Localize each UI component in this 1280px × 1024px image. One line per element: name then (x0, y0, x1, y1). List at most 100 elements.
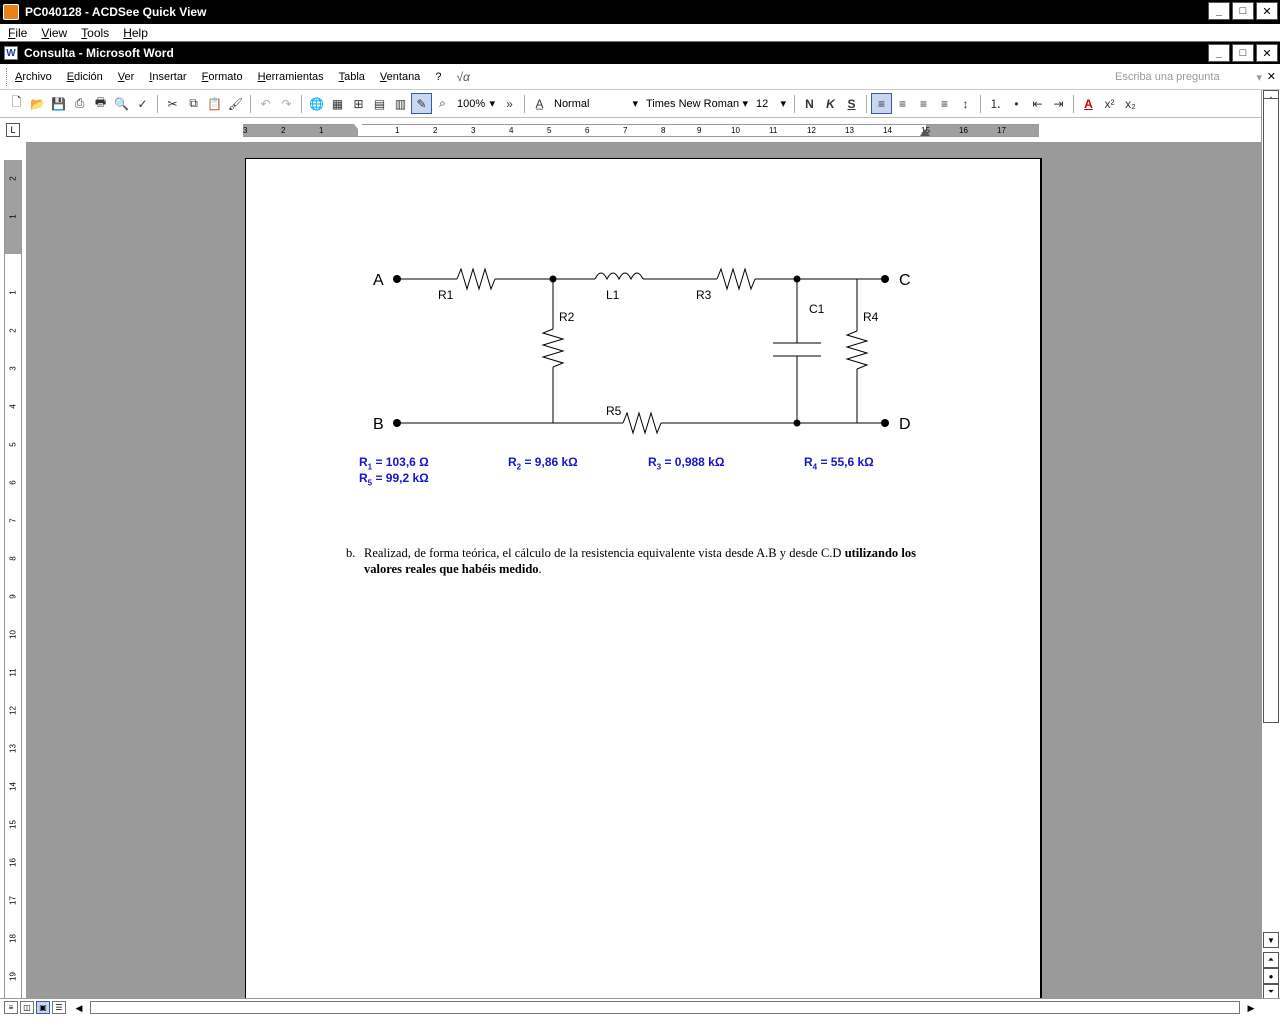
align-center-icon[interactable]: ≡ (892, 93, 913, 114)
horizontal-scroll-thumb[interactable] (90, 1001, 1240, 1014)
menu-ver[interactable]: Ver (118, 71, 135, 83)
horizontal-scrollbar[interactable]: ≡ ◫ ▣ ☰ ◀ ▶ (0, 998, 1280, 1016)
insert-table-icon[interactable]: ⊞ (348, 93, 369, 114)
previous-page-icon[interactable]: ⏶ (1263, 952, 1279, 968)
maximize-button[interactable]: □ (1232, 2, 1254, 20)
zoom-value: 100% (457, 97, 486, 110)
menu-archivo[interactable]: Archivo (15, 71, 52, 83)
bold-button[interactable]: N (799, 93, 820, 114)
word-minimize-button[interactable]: _ (1208, 44, 1230, 62)
menu-grip[interactable] (6, 67, 9, 86)
paste-icon[interactable]: 📋 (204, 93, 225, 114)
menu-formato[interactable]: Formato (202, 71, 243, 83)
insert-excel-icon[interactable]: ▤ (369, 93, 390, 114)
minimize-button[interactable]: _ (1208, 2, 1230, 20)
close-button[interactable]: ✕ (1256, 2, 1278, 20)
undo-icon[interactable]: ↶ (255, 93, 276, 114)
font-dropdown-icon: ▾ (742, 98, 748, 110)
ruler-number: 10 (731, 126, 740, 135)
equation-icon[interactable]: √α (456, 70, 469, 84)
decrease-indent-icon[interactable]: ⇤ (1027, 93, 1048, 114)
zoom-select[interactable]: 100% ▾ (453, 94, 499, 113)
new-document-icon[interactable]: 🗋 (6, 93, 27, 114)
font-size-select[interactable]: 12 ▾ (752, 94, 790, 113)
node-d-label: D (899, 416, 911, 433)
numbering-icon[interactable]: ⒈ (985, 93, 1006, 114)
font-color-icon[interactable]: A (1078, 93, 1099, 114)
style-select[interactable]: Normal ▾ (550, 94, 642, 113)
r1-value: R1 = 103,6 Ω (359, 455, 429, 472)
horizontal-ruler[interactable]: 3 2 1 1 2 3 4 5 6 7 8 9 10 11 12 13 14 1… (243, 123, 1039, 137)
hyperlink-icon[interactable]: 🌐 (306, 93, 327, 114)
browse-object-icon[interactable]: ● (1263, 968, 1279, 984)
copy-icon[interactable]: ⧉ (183, 93, 204, 114)
subscript-icon[interactable]: x₂ (1120, 93, 1141, 114)
vertical-scroll-thumb[interactable] (1263, 98, 1279, 723)
vruler-number: 12 (8, 706, 18, 715)
r1-label: R1 (438, 288, 454, 302)
print-icon[interactable]: 🖶 (90, 93, 111, 114)
save-icon[interactable]: 💾 (48, 93, 69, 114)
format-painter-icon[interactable]: 🖌 (225, 93, 246, 114)
vertical-scrollbar[interactable]: ▲ ▼ ⏶ ● ⏷ (1261, 90, 1280, 1000)
tab-selector[interactable]: L (6, 123, 20, 137)
ruler-number: 11 (769, 126, 778, 135)
acdsee-menu-tools[interactable]: Tools (81, 26, 109, 40)
menu-help[interactable]: ? (435, 71, 441, 83)
ruler-number: 7 (623, 126, 628, 135)
toolbar-options-icon[interactable]: » (499, 93, 520, 114)
document-area[interactable]: A B C D R1 L1 R3 R2 C1 R4 R5 R1 = 103,6 … (26, 142, 1261, 998)
font-value: Times New Roman (646, 97, 740, 110)
print-preview-icon[interactable]: 🔍 (111, 93, 132, 114)
size-dropdown-icon: ▾ (780, 98, 786, 110)
acdsee-menu-file[interactable]: File (8, 26, 27, 40)
ask-question-input[interactable]: Escriba una pregunta ▾ (1112, 68, 1262, 86)
increase-indent-icon[interactable]: ⇥ (1048, 93, 1069, 114)
styles-icon[interactable]: A̲ (529, 93, 550, 114)
spelling-icon[interactable]: ✓ (132, 93, 153, 114)
italic-button[interactable]: K (820, 93, 841, 114)
doc-close-icon[interactable]: ✕ (1267, 70, 1276, 83)
bullets-icon[interactable]: • (1006, 93, 1027, 114)
line-spacing-icon[interactable]: ↕ (955, 93, 976, 114)
menu-edicion[interactable]: Edición (67, 71, 103, 83)
paragraph-end: . (538, 562, 542, 576)
scroll-left-icon[interactable]: ◀ (72, 1001, 86, 1015)
scroll-right-icon[interactable]: ▶ (1244, 1001, 1258, 1015)
vruler-number: 7 (8, 518, 18, 523)
scroll-down-icon[interactable]: ▼ (1263, 932, 1279, 948)
menu-herramientas[interactable]: Herramientas (258, 71, 324, 83)
acdsee-menu-help[interactable]: Help (123, 26, 148, 40)
ask-dropdown-icon[interactable]: ▾ (1256, 71, 1262, 84)
right-indent-marker[interactable] (920, 129, 930, 136)
web-view-icon[interactable]: ◫ (20, 1001, 34, 1014)
vertical-ruler[interactable]: 2 1 1 2 3 4 5 6 7 8 9 10 11 12 13 14 15 … (4, 160, 22, 1000)
cut-icon[interactable]: ✂ (162, 93, 183, 114)
left-indent-marker[interactable] (353, 123, 363, 129)
font-select[interactable]: Times New Roman ▾ (642, 94, 752, 113)
superscript-icon[interactable]: x² (1099, 93, 1120, 114)
menu-ventana[interactable]: Ventana (380, 71, 420, 83)
acdsee-menu-view[interactable]: View (41, 26, 67, 40)
columns-icon[interactable]: ▥ (390, 93, 411, 114)
drawing-icon[interactable]: ✎ (411, 93, 432, 114)
align-right-icon[interactable]: ≡ (913, 93, 934, 114)
outline-view-icon[interactable]: ☰ (52, 1001, 66, 1014)
underline-button[interactable]: S (841, 93, 862, 114)
document-map-icon[interactable]: ⌕ (432, 93, 453, 114)
permission-icon[interactable]: ⎙ (69, 93, 90, 114)
word-maximize-button[interactable]: □ (1232, 44, 1254, 62)
redo-icon[interactable]: ↷ (276, 93, 297, 114)
word-close-button[interactable]: ✕ (1256, 44, 1278, 62)
tables-borders-icon[interactable]: ▦ (327, 93, 348, 114)
print-layout-icon[interactable]: ▣ (36, 1001, 50, 1014)
normal-view-icon[interactable]: ≡ (4, 1001, 18, 1014)
justify-icon[interactable]: ≡ (934, 93, 955, 114)
word-window-title: Consulta - Microsoft Word (24, 46, 174, 60)
menu-tabla[interactable]: Tabla (339, 71, 365, 83)
menu-insertar[interactable]: Insertar (149, 71, 186, 83)
acdsee-window-title: PC040128 - ACDSee Quick View (25, 5, 207, 19)
align-left-icon[interactable]: ≡ (871, 93, 892, 114)
document-page[interactable]: A B C D R1 L1 R3 R2 C1 R4 R5 R1 = 103,6 … (245, 158, 1042, 998)
open-folder-icon[interactable]: 📂 (27, 93, 48, 114)
